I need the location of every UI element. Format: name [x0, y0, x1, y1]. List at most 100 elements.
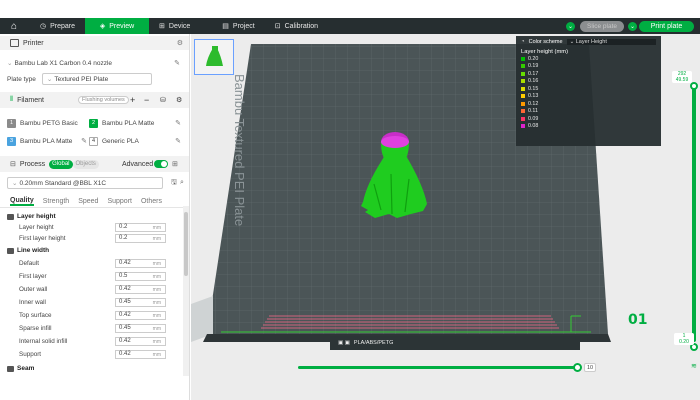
edit-icon[interactable]: ✎	[81, 137, 87, 145]
global-toggle[interactable]: Global	[49, 159, 73, 169]
plate-thumbnail[interactable]	[194, 39, 234, 75]
flushing-volumes-button[interactable]: Flushing volumes	[78, 96, 129, 104]
param-value: 0.2	[119, 235, 128, 241]
sync-icon[interactable]: ⛁	[160, 96, 166, 104]
plate-info-bar: ▣ ▣ PLA/ABS/PETG	[330, 336, 580, 350]
param-unit: mm	[152, 261, 161, 267]
param-row: Sparse infill 0.45 mm	[0, 323, 189, 334]
tab-prepare[interactable]: ◷ Prepare	[30, 18, 85, 34]
legend-entry: 0.11	[521, 108, 656, 116]
process-preset-select[interactable]: ⌄ 0.20mm Standard @BBL X1C	[7, 177, 163, 189]
group-header: Line width	[0, 245, 189, 256]
tab-preview[interactable]: ◈ Preview	[85, 18, 150, 34]
layer-slider-track[interactable]	[692, 86, 696, 342]
filament-color-chip: 4	[89, 136, 98, 146]
param-input[interactable]: 0.42 mm	[115, 350, 166, 359]
param-value: 0.42	[119, 286, 131, 292]
tab-label: Prepare	[50, 22, 76, 30]
param-row: First layer height 0.2 mm	[0, 233, 189, 244]
advanced-toggle[interactable]	[154, 160, 168, 168]
legend-label: 0.16	[528, 78, 539, 85]
tab-strength[interactable]: Strength	[43, 198, 69, 205]
legend-swatch	[521, 94, 525, 99]
param-label: Inner wall	[19, 299, 46, 306]
plate-type-select[interactable]: ⌄ Textured PEI Plate	[41, 73, 152, 85]
param-unit: mm	[152, 352, 161, 358]
param-value: 0.2	[119, 224, 128, 230]
tab-support[interactable]: Support	[107, 198, 132, 205]
save-icon[interactable]: 🖫	[171, 178, 177, 189]
param-input[interactable]: 0.45 mm	[115, 324, 166, 333]
add-icon[interactable]: +	[130, 95, 135, 105]
param-input[interactable]: 0.42 mm	[115, 311, 166, 320]
process-section-label: Process	[19, 160, 46, 168]
tab-label: Project	[232, 22, 255, 30]
plate-type-row: Plate type ⌄ Textured PEI Plate	[7, 72, 183, 86]
process-preset-value: 0.20mm Standard @BBL X1C	[19, 179, 107, 187]
layer-height-icon	[7, 213, 14, 220]
legend-label: 0.13	[528, 93, 539, 100]
layers-icon[interactable]: ≋	[691, 362, 697, 370]
tab-label: Preview	[109, 22, 135, 30]
settings-gear-icon[interactable]: ⚙	[176, 96, 182, 104]
legend-label: 0.20	[528, 55, 539, 62]
move-slider-handle[interactable]	[573, 363, 582, 372]
param-input[interactable]: 0.5 mm	[115, 272, 166, 281]
settings-scroll-thumb[interactable]	[184, 212, 188, 276]
slice-dropdown-icon[interactable]: ⌄	[566, 22, 575, 31]
legend-label: 0.12	[528, 100, 539, 107]
edit-icon[interactable]: ✎	[175, 119, 181, 127]
print-dropdown-icon[interactable]: ⌄	[628, 22, 637, 31]
chevron-down-icon: ⌄	[46, 76, 53, 83]
objects-toggle[interactable]: Objects	[72, 159, 99, 169]
printer-select[interactable]: ⌄ Bambu Lab X1 Carbon 0.4 nozzle ✎	[7, 56, 183, 70]
param-value: 0.42	[119, 351, 131, 357]
edit-icon[interactable]: ✎	[174, 59, 180, 67]
filament-item[interactable]: 1 Bambu PETG Basic	[7, 118, 89, 128]
print-plate-button[interactable]: Print plate	[639, 21, 694, 32]
printer-icon	[10, 39, 19, 47]
compare-icon[interactable]: ⊞	[172, 160, 178, 168]
prepare-icon: ◷	[40, 23, 47, 30]
filament-item[interactable]: 3 Bambu PLA Matte ✎	[7, 136, 89, 146]
param-value: 0.42	[119, 260, 131, 266]
tab-device[interactable]: ⊞ Device	[149, 18, 200, 34]
settings-gear-icon[interactable]: ⚙	[177, 39, 183, 47]
process-tabs: Quality Strength Speed Support Others	[0, 196, 189, 208]
param-value: 0.45	[119, 299, 131, 305]
filament-item[interactable]: 2 Bambu PLA Matte ✎	[89, 118, 181, 128]
home-icon[interactable]: ⌂	[6, 18, 22, 34]
param-value: 0.42	[119, 338, 131, 344]
layer-bottom-label: 1 0.20	[674, 333, 694, 345]
edit-icon[interactable]: ✎	[175, 137, 181, 145]
color-scheme-value: Layer Height	[575, 39, 607, 45]
param-label: First layer height	[19, 235, 66, 242]
search-icon[interactable]: ⌕	[180, 179, 184, 187]
remove-icon[interactable]: −	[144, 95, 149, 105]
tab-quality[interactable]: Quality	[10, 197, 34, 206]
filament-row-1: 1 Bambu PETG Basic 2 Bambu PLA Matte ✎	[7, 116, 183, 130]
filament-item[interactable]: 4 Generic PLA ✎	[89, 136, 181, 146]
tab-speed[interactable]: Speed	[78, 198, 98, 205]
tab-calibration[interactable]: ⊡ Calibration	[265, 18, 328, 34]
eye-icon[interactable]: ◔	[521, 39, 525, 45]
layer-slider-top-handle[interactable]	[690, 82, 698, 90]
legend-label: 0.19	[528, 63, 539, 70]
slice-plate-button[interactable]: Slice plate	[580, 21, 624, 32]
param-input[interactable]: 0.45 mm	[115, 298, 166, 307]
param-input[interactable]: 0.42 mm	[115, 337, 166, 346]
legend-swatch	[521, 86, 525, 91]
advanced-label: Advanced	[122, 160, 154, 168]
legend-label: 0.17	[528, 70, 539, 77]
param-input[interactable]: 0.42 mm	[115, 285, 166, 294]
param-input[interactable]: 0.2 mm	[115, 234, 166, 243]
color-scheme-select[interactable]: ⌄ Layer Height	[566, 39, 656, 45]
tab-project[interactable]: ▤ Project	[212, 18, 264, 34]
legend-entry: 0.12	[521, 100, 656, 108]
param-input[interactable]: 0.42 mm	[115, 259, 166, 268]
tab-others[interactable]: Others	[141, 198, 162, 205]
group-title: Layer height	[17, 213, 56, 220]
param-input[interactable]: 0.2 mm	[115, 223, 166, 232]
move-slider-track[interactable]	[298, 366, 576, 369]
legend-label: 0.15	[528, 85, 539, 92]
